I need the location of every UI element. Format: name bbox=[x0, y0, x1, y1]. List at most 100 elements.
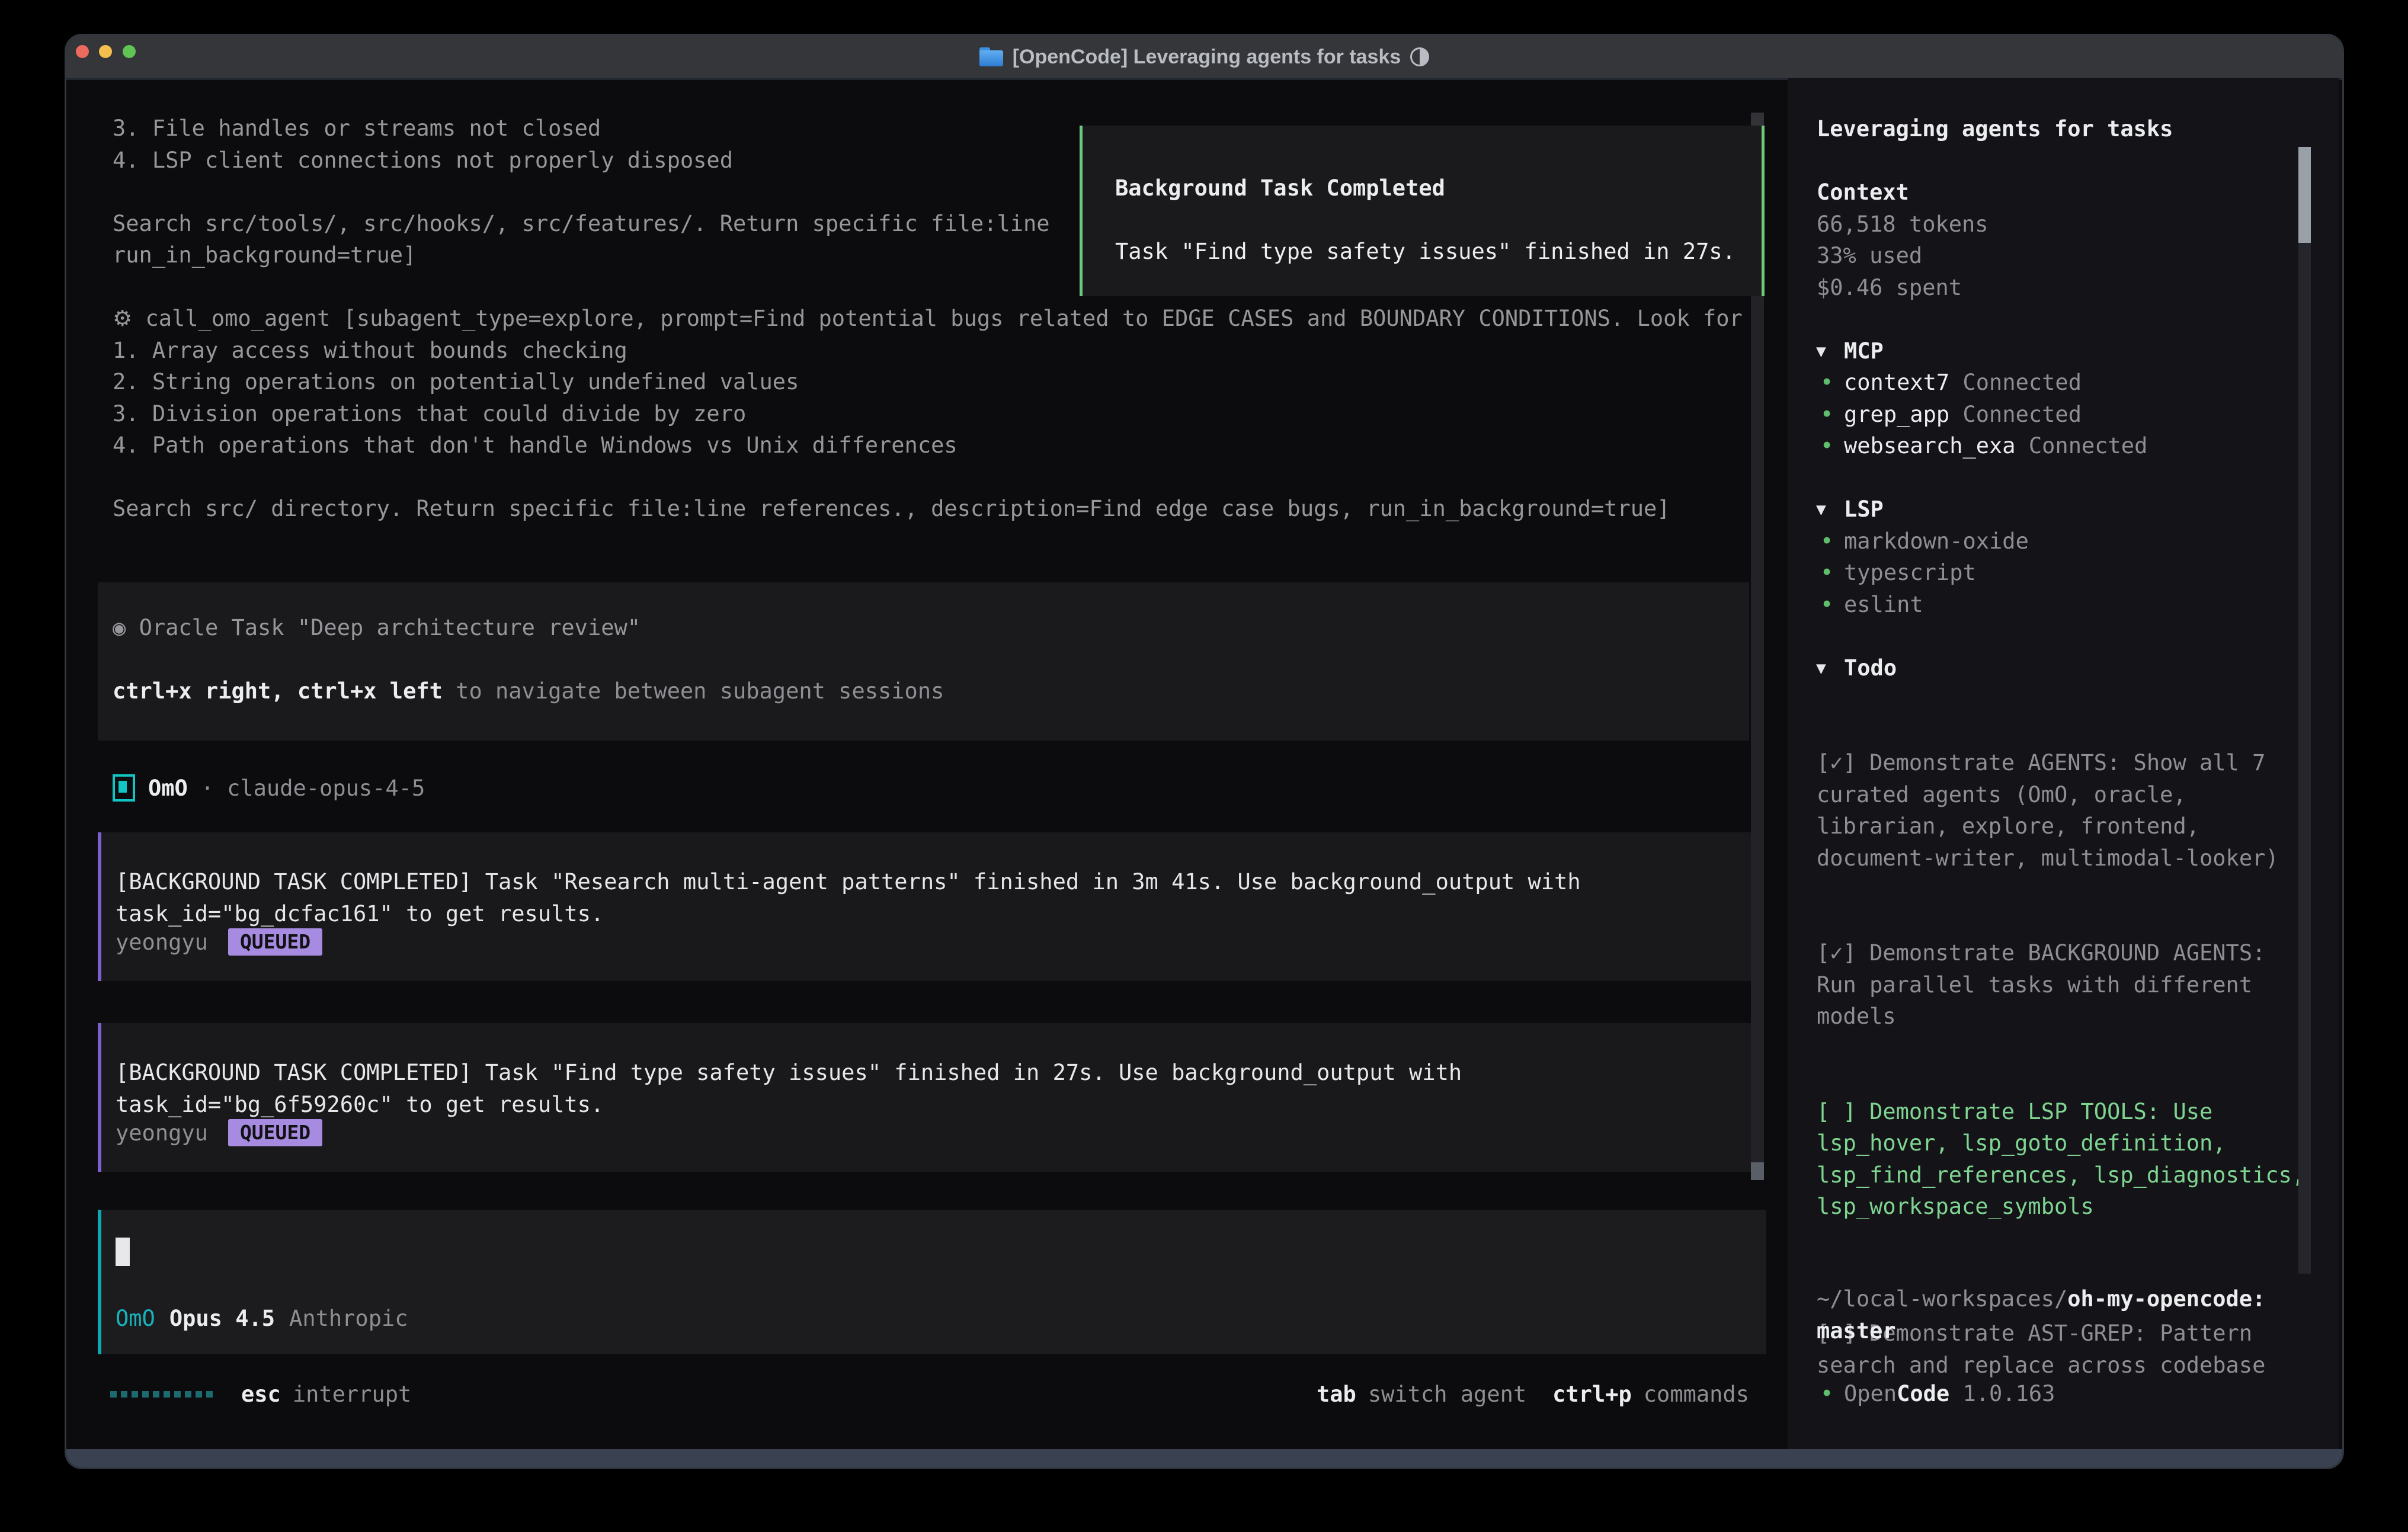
session-header: OmO · claude-opus-4-5 bbox=[113, 772, 425, 804]
spinner-dot bbox=[142, 1391, 149, 1398]
spinner-dot bbox=[132, 1391, 138, 1398]
status-dot-icon: • bbox=[1820, 399, 1833, 431]
window-bottom-edge bbox=[66, 1449, 2342, 1467]
tab-key-hint: tab bbox=[1317, 1382, 1356, 1407]
todo-item: [✓] Demonstrate AGENTS: Show all 7 curat… bbox=[1817, 747, 2311, 874]
spinner-dot bbox=[185, 1391, 191, 1398]
background-task-message: [BACKGROUND TASK COMPLETED] Task "Resear… bbox=[98, 832, 1753, 981]
context-tokens: 66,518 tokens bbox=[1817, 209, 1988, 241]
workspace-repo: oh-my-opencode: bbox=[2067, 1286, 2265, 1312]
mcp-name: context7 bbox=[1844, 370, 1949, 395]
esc-key-hint: esc bbox=[241, 1382, 281, 1407]
oracle-task-hint: ctrl+x right, ctrl+x left to navigate be… bbox=[113, 675, 944, 707]
message-line: task_id="bg_6f59260c" to get results. bbox=[116, 1089, 604, 1121]
status-dot-icon: • bbox=[1820, 1378, 1833, 1410]
mcp-status: Connected bbox=[1963, 402, 2082, 427]
session-separator: · bbox=[201, 775, 214, 801]
commands-key-hint: ctrl+p bbox=[1552, 1382, 1632, 1407]
status-dot-icon: • bbox=[1820, 589, 1833, 621]
scrollback-line: run_in_background=true] bbox=[113, 239, 416, 271]
oracle-task-panel: ◉ Oracle Task "Deep architecture review"… bbox=[98, 582, 1749, 741]
lsp-name: markdown-oxide bbox=[1844, 525, 2029, 557]
scrollback-line: 3. File handles or streams not closed bbox=[113, 113, 601, 145]
text-cursor bbox=[116, 1238, 130, 1266]
agent-icon bbox=[113, 774, 135, 802]
hint-rest: to navigate between subagent sessions bbox=[443, 678, 944, 704]
toast-body: Task "Find type safety issues" finished … bbox=[1115, 236, 1735, 268]
chevron-down-icon: ▼ bbox=[1816, 652, 1826, 684]
message-meta: yeongyu QUEUED bbox=[116, 926, 322, 958]
context-heading: Context bbox=[1817, 177, 1909, 209]
spinner-dot bbox=[196, 1391, 202, 1398]
session-model: claude-opus-4-5 bbox=[227, 775, 425, 801]
tool-call-list-line: 3. Division operations that could divide… bbox=[113, 398, 746, 430]
prompt-input[interactable]: OmO Opus 4.5 Anthropic bbox=[98, 1210, 1766, 1354]
message-line: [BACKGROUND TASK COMPLETED] Task "Find t… bbox=[116, 1057, 1462, 1089]
queued-badge: QUEUED bbox=[228, 928, 322, 956]
oracle-task-title: ◉ Oracle Task "Deep architecture review" bbox=[113, 612, 641, 644]
message-meta: yeongyu QUEUED bbox=[116, 1117, 322, 1149]
esc-key-label: interrupt bbox=[293, 1382, 411, 1407]
tool-call-list-line: 2. String operations on potentially unde… bbox=[113, 366, 799, 398]
hint-keys: ctrl+x right, ctrl+x left bbox=[113, 678, 443, 704]
terminal-window: [OpenCode] Leveraging agents for tasks 3… bbox=[66, 36, 2342, 1467]
sidebar-scrollbar-thumb[interactable] bbox=[2298, 147, 2311, 243]
tool-call-tail-line: Search src/ directory. Return specific f… bbox=[113, 493, 1670, 525]
tool-call-line: ⚙ call_omo_agent [subagent_type=explore,… bbox=[113, 303, 1743, 335]
todo-list: [✓] Demonstrate AGENTS: Show all 7 curat… bbox=[1817, 684, 2311, 1467]
tool-call-list-line: 1. Array access without bounds checking bbox=[113, 335, 627, 367]
workspace-path: ~/local-workspaces/oh-my-opencode: bbox=[1817, 1283, 2265, 1315]
workspace-branch: master bbox=[1817, 1315, 1896, 1347]
tool-call-list-line: 4. Path operations that don't handle Win… bbox=[113, 430, 958, 461]
window-title: [OpenCode] Leveraging agents for tasks bbox=[1013, 46, 1401, 69]
half-circle-icon bbox=[1410, 47, 1429, 66]
queued-badge: QUEUED bbox=[228, 1119, 322, 1146]
gear-icon: ⚙ bbox=[113, 306, 132, 331]
message-line: task_id="bg_dcfac161" to get results. bbox=[116, 898, 604, 930]
message-user: yeongyu bbox=[116, 1120, 208, 1146]
lsp-name: eslint bbox=[1844, 589, 1923, 621]
background-task-toast[interactable]: Background Task Completed Task "Find typ… bbox=[1080, 126, 1765, 296]
message-user: yeongyu bbox=[116, 930, 208, 955]
scrollback-line: Search src/tools/, src/hooks/, src/featu… bbox=[113, 208, 1050, 240]
record-icon: ◉ bbox=[113, 615, 126, 640]
mcp-status: Connected bbox=[2029, 433, 2147, 459]
message-line: [BACKGROUND TASK COMPLETED] Task "Resear… bbox=[116, 866, 1581, 898]
spinner-dot bbox=[110, 1391, 117, 1398]
main-scrollbar-thumb[interactable] bbox=[1751, 1162, 1764, 1180]
version-number: 1.0.163 bbox=[1963, 1381, 2055, 1406]
context-spent: $0.46 spent bbox=[1817, 272, 1962, 304]
mcp-name: websearch_exa bbox=[1844, 433, 2016, 459]
input-provider: Anthropic bbox=[289, 1306, 408, 1331]
spinner-dot bbox=[153, 1391, 159, 1398]
todo-item-active: [ ] Demonstrate LSP TOOLS: Use lsp_hover… bbox=[1817, 1096, 2311, 1223]
spinner-dot bbox=[206, 1391, 213, 1398]
tool-call-text: call_omo_agent [subagent_type=explore, p… bbox=[145, 306, 1742, 331]
status-dot-icon: • bbox=[1820, 525, 1833, 557]
commands-key-label: commands bbox=[1644, 1382, 1749, 1407]
input-footer: OmO Opus 4.5 Anthropic bbox=[116, 1302, 408, 1334]
input-model: Opus 4.5 bbox=[169, 1306, 275, 1331]
status-bar: esc interrupt tab switch agent ctrl+p co… bbox=[110, 1378, 1749, 1410]
toast-title: Background Task Completed bbox=[1115, 172, 1445, 204]
status-dot-icon: • bbox=[1820, 367, 1833, 399]
session-agent: OmO bbox=[148, 775, 188, 801]
scrollback-line: 4. LSP client connections not properly d… bbox=[113, 145, 733, 177]
sidebar-scrollbar-track[interactable] bbox=[2298, 147, 2311, 1274]
context-used: 33% used bbox=[1817, 240, 1922, 272]
sidebar: Leveraging agents for tasks Context 66,5… bbox=[1788, 78, 2339, 1449]
spinner-dot bbox=[174, 1391, 181, 1398]
chevron-down-icon: ▼ bbox=[1816, 335, 1826, 367]
spinner-dots bbox=[110, 1391, 213, 1398]
sidebar-title: Leveraging agents for tasks bbox=[1817, 113, 2173, 145]
mcp-status: Connected bbox=[1963, 370, 2082, 395]
status-dot-icon: • bbox=[1820, 557, 1833, 589]
spinner-dot bbox=[121, 1391, 127, 1398]
status-dot-icon: • bbox=[1820, 430, 1833, 462]
spinner-dot bbox=[164, 1391, 170, 1398]
tab-key-label: switch agent bbox=[1368, 1382, 1526, 1407]
folder-icon bbox=[979, 47, 1003, 66]
mcp-name: grep_app bbox=[1844, 402, 1949, 427]
lsp-name: typescript bbox=[1844, 557, 1976, 589]
input-agent: OmO bbox=[116, 1306, 155, 1331]
